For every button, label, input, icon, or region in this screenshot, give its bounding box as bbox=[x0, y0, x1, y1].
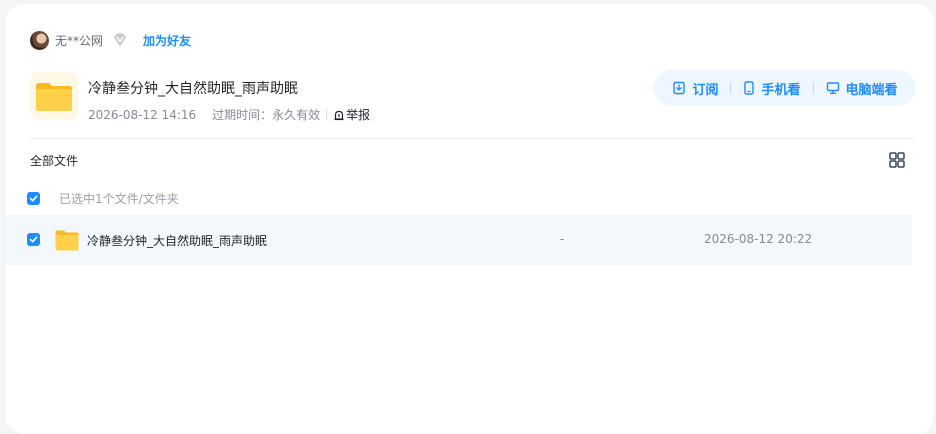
table-row[interactable]: 冷静叁分钟_大自然助眠_雨声助眠 - 2026-08-12 20:22 bbox=[6, 215, 912, 265]
share-info: 冷静叁分钟_大自然助眠_雨声助眠 2026-08-12 14:16 过期时间： … bbox=[88, 72, 370, 124]
mobile-view-button[interactable]: 手机看 bbox=[743, 79, 801, 98]
mobile-view-label: 手机看 bbox=[761, 82, 801, 98]
share-card: 无**公网 加为好友 冷静叁分钟_大自然助眠_雨声助眠 2026-08-12 1… bbox=[6, 4, 934, 434]
row-checkbox[interactable] bbox=[27, 233, 40, 246]
select-all-row: 已选中1个文件/文件夹 bbox=[27, 190, 179, 206]
desktop-view-button[interactable]: 电脑端看 bbox=[826, 79, 898, 98]
monitor-icon bbox=[826, 82, 839, 94]
share-header: 冷静叁分钟_大自然助眠_雨声助眠 2026-08-12 14:16 过期时间： … bbox=[30, 72, 370, 124]
subscribe-label: 订阅 bbox=[692, 82, 719, 98]
selection-count: 已选中1个文件/文件夹 bbox=[59, 191, 179, 206]
report-button[interactable]: 举报 bbox=[333, 106, 370, 123]
share-title: 冷静叁分钟_大自然助眠_雨声助眠 bbox=[88, 81, 298, 97]
avatar[interactable] bbox=[30, 30, 49, 50]
desktop-view-label: 电脑端看 bbox=[845, 82, 898, 98]
expiry-value: 永久有效 bbox=[272, 108, 321, 122]
share-actions: 订阅 手机看 电脑端看 bbox=[654, 70, 916, 106]
file-date: 2026-08-12 20:22 bbox=[704, 232, 813, 246]
vip-diamond-icon bbox=[114, 33, 127, 47]
meta-divider bbox=[326, 109, 328, 120]
share-meta: 2026-08-12 14:16 过期时间： 永久有效 举报 bbox=[88, 106, 370, 123]
folder-icon bbox=[55, 230, 79, 251]
subscribe-icon bbox=[673, 81, 686, 95]
select-all-checkbox[interactable] bbox=[27, 191, 40, 205]
add-friend-link[interactable]: 加为好友 bbox=[143, 32, 191, 49]
subscribe-button[interactable]: 订阅 bbox=[672, 79, 718, 98]
file-name[interactable]: 冷静叁分钟_大自然助眠_雨声助眠 bbox=[87, 232, 267, 249]
report-icon bbox=[334, 110, 344, 120]
user-row: 无**公网 加为好友 bbox=[30, 30, 191, 50]
check-icon bbox=[29, 195, 38, 201]
expiry-label: 过期时间： bbox=[212, 108, 273, 122]
username: 无**公网 bbox=[55, 33, 104, 48]
action-divider bbox=[812, 82, 814, 94]
grid-view-icon[interactable] bbox=[888, 151, 906, 169]
file-size: - bbox=[560, 232, 565, 246]
share-folder-icon bbox=[30, 72, 78, 120]
phone-icon bbox=[744, 81, 755, 95]
breadcrumb-all-files[interactable]: 全部文件 bbox=[30, 152, 78, 169]
header-divider bbox=[30, 138, 916, 139]
action-divider bbox=[730, 82, 732, 94]
check-icon bbox=[29, 236, 38, 243]
report-label: 举报 bbox=[346, 108, 371, 122]
share-created-time: 2026-08-12 14:16 bbox=[88, 107, 197, 122]
